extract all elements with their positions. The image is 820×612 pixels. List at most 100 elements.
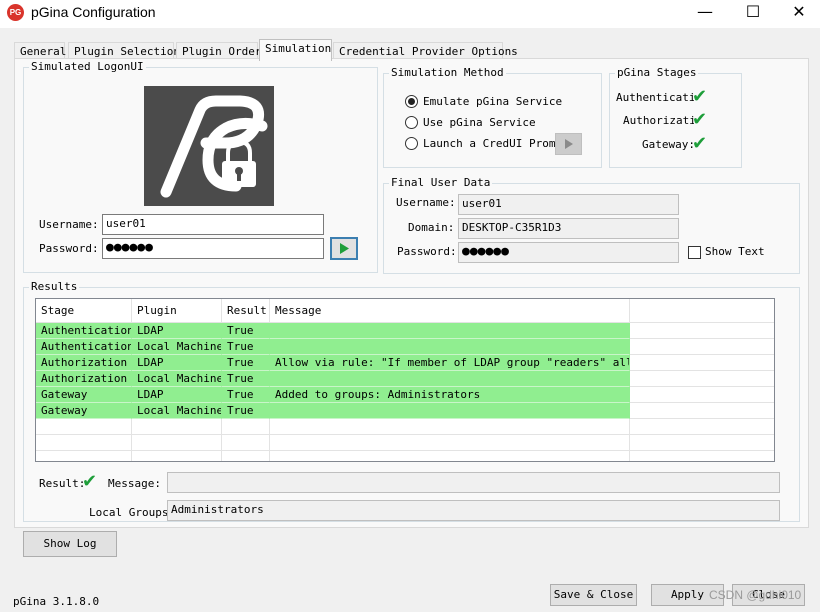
table-row[interactable]: Gateway LDAP True Added to groups: Administ… xyxy=(36,387,774,403)
group-legend: Simulation Method xyxy=(389,66,506,79)
empty-row[interactable] xyxy=(36,435,774,451)
column-header-plugin[interactable]: Plugin xyxy=(132,299,222,323)
credui-prompt-radio[interactable] xyxy=(405,137,418,150)
cell-stage: Gateway xyxy=(36,387,132,403)
cell-stage xyxy=(36,419,132,435)
cell-message xyxy=(270,419,630,435)
use-service-label[interactable]: Use pGina Service xyxy=(423,116,536,129)
show-log-button[interactable]: Show Log xyxy=(23,531,117,557)
cell-filler xyxy=(630,419,774,435)
cell-result: True xyxy=(222,355,270,371)
column-header-message[interactable]: Message xyxy=(270,299,630,323)
local-groups-field: Administrators xyxy=(167,500,780,521)
cell-result: True xyxy=(222,323,270,339)
cell-plugin: LDAP xyxy=(132,355,222,371)
result-message-field xyxy=(167,472,780,493)
emulate-service-label[interactable]: Emulate pGina Service xyxy=(423,95,562,108)
logon-username-input[interactable]: user01 xyxy=(102,214,324,235)
table-row[interactable]: Gateway Local Machine True xyxy=(36,403,774,419)
cell-message xyxy=(270,371,630,387)
use-service-radio[interactable] xyxy=(405,116,418,129)
run-simulation-button[interactable] xyxy=(330,237,358,260)
maximize-button[interactable]: ☐ xyxy=(730,0,776,26)
cell-result: True xyxy=(222,403,270,419)
table-row[interactable]: Authorization Local Machine True xyxy=(36,371,774,387)
cell-message: Added to groups: Administrators xyxy=(270,387,630,403)
cell-stage: Authentication xyxy=(36,323,132,339)
logon-password-label: Password: xyxy=(39,242,99,255)
cell-filler xyxy=(630,355,774,371)
stage-authentication-label: Authenticatic xyxy=(616,91,694,104)
cell-stage: Authentication xyxy=(36,339,132,355)
cell-plugin: LDAP xyxy=(132,387,222,403)
cell-stage: Authorization xyxy=(36,371,132,387)
cell-stage xyxy=(36,451,132,461)
final-user-data-group: Final User Data Username: user01 Domain:… xyxy=(383,176,800,274)
minimize-button[interactable]: — xyxy=(682,0,728,26)
cell-message: Allow via rule: "If member of LDAP group… xyxy=(270,355,630,371)
simulated-logonui-group: Simulated LogonUI Username: user01 Passw… xyxy=(23,60,378,273)
cell-plugin xyxy=(132,451,222,461)
tab-simulation[interactable]: Simulation xyxy=(259,39,332,61)
result-message-label: Message: xyxy=(108,477,161,490)
show-text-label[interactable]: Show Text xyxy=(705,245,765,258)
cell-filler xyxy=(630,339,774,355)
cell-message xyxy=(270,323,630,339)
cell-message xyxy=(270,451,630,461)
cell-stage: Authorization xyxy=(36,355,132,371)
cell-plugin: Local Machine xyxy=(132,339,222,355)
credui-prompt-label[interactable]: Launch a CredUI Prompt xyxy=(423,137,569,150)
empty-row[interactable] xyxy=(36,451,774,461)
results-header-row: Stage Plugin Result Message xyxy=(36,299,774,323)
group-legend: Results xyxy=(29,280,80,293)
final-username-label: Username: xyxy=(396,196,456,209)
csdn-watermark: CSDN @gdhi010 xyxy=(709,588,802,602)
logon-password-input[interactable]: ●●●●●● xyxy=(102,238,324,259)
result-ok-icon: ✔ xyxy=(82,471,98,492)
final-username-field: user01 xyxy=(458,194,679,215)
credui-launch-button[interactable] xyxy=(555,133,582,155)
simulation-panel: Simulated LogonUI Username: user01 Passw… xyxy=(14,58,809,528)
save-close-button[interactable]: Save & Close xyxy=(550,584,637,606)
emulate-service-radio[interactable] xyxy=(405,95,418,108)
cell-filler xyxy=(630,323,774,339)
table-row[interactable]: Authentication Local Machine True xyxy=(36,339,774,355)
cell-filler xyxy=(630,451,774,461)
cell-result xyxy=(222,419,270,435)
empty-row[interactable] xyxy=(36,419,774,435)
cell-result: True xyxy=(222,387,270,403)
cell-result xyxy=(222,451,270,461)
play-icon xyxy=(565,139,573,149)
final-domain-field: DESKTOP-C35R1D3 xyxy=(458,218,679,239)
cell-result xyxy=(222,435,270,451)
local-groups-label: Local Groups: xyxy=(89,506,176,519)
results-grid[interactable]: Stage Plugin Result Message Authenticati… xyxy=(35,298,775,462)
cell-message xyxy=(270,403,630,419)
cell-filler xyxy=(630,435,774,451)
play-icon xyxy=(340,243,349,254)
result-label: Result: xyxy=(39,477,86,490)
pgina-logo-mark xyxy=(160,95,268,198)
authorization-ok-icon: ✔ xyxy=(692,109,708,130)
table-row[interactable]: Authentication LDAP True xyxy=(36,323,774,339)
table-row[interactable]: Authorization LDAP True Allow via rule: "If… xyxy=(36,355,774,371)
cell-plugin xyxy=(132,435,222,451)
show-text-checkbox[interactable] xyxy=(688,246,701,259)
window-title: pGina Configuration xyxy=(31,4,156,20)
stage-gateway-label: Gateway: xyxy=(642,138,695,151)
cell-result: True xyxy=(222,339,270,355)
version-label: pGina 3.1.8.0 xyxy=(13,595,100,608)
cell-stage xyxy=(36,435,132,451)
final-password-field: ●●●●●● xyxy=(458,242,679,263)
cell-message xyxy=(270,435,630,451)
column-header-stage[interactable]: Stage xyxy=(36,299,132,323)
group-legend: Simulated LogonUI xyxy=(29,60,146,73)
close-window-button[interactable]: ✕ xyxy=(776,0,820,26)
stage-authorization-label: Authorizatic xyxy=(623,114,694,127)
cell-filler xyxy=(630,403,774,419)
cell-plugin: LDAP xyxy=(132,323,222,339)
final-password-label: Password: xyxy=(397,245,457,258)
column-header-result[interactable]: Result xyxy=(222,299,270,323)
pgina-app-icon: PG xyxy=(7,4,24,21)
cell-filler xyxy=(630,371,774,387)
